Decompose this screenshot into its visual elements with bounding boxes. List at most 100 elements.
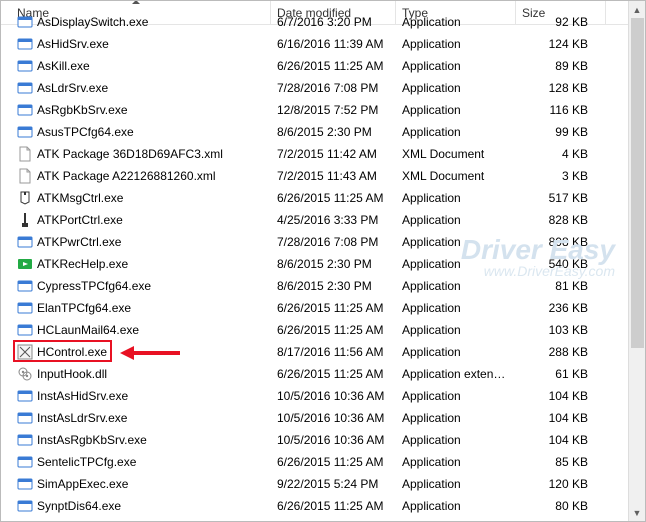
file-size: 124 KB — [516, 37, 606, 51]
file-type: Application — [396, 15, 516, 29]
file-row[interactable]: AsDisplaySwitch.exe 6/7/2016 3:20 PM App… — [1, 11, 645, 33]
file-name: SentelicTPCfg.exe — [37, 455, 136, 469]
file-size: 517 KB — [516, 191, 606, 205]
file-row[interactable]: ATKPortCtrl.exe 4/25/2016 3:33 PM Applic… — [1, 209, 645, 231]
file-row[interactable]: InputHook.dll 6/26/2015 11:25 AM Applica… — [1, 363, 645, 385]
file-row[interactable]: CypressTPCfg64.exe 8/6/2015 2:30 PM Appl… — [1, 275, 645, 297]
file-icon — [17, 256, 33, 272]
file-row[interactable]: InstAsLdrSrv.exe 10/5/2016 10:36 AM Appl… — [1, 407, 645, 429]
file-size: 89 KB — [516, 59, 606, 73]
file-type: Application — [396, 389, 516, 403]
file-type: XML Document — [396, 147, 516, 161]
file-type: Application — [396, 37, 516, 51]
file-row[interactable]: SynptDis64.exe 6/26/2015 11:25 AM Applic… — [1, 495, 645, 517]
file-row[interactable]: AsKill.exe 6/26/2015 11:25 AM Applicatio… — [1, 55, 645, 77]
file-icon — [17, 14, 33, 30]
file-icon — [17, 432, 33, 448]
file-name: HCLaunMail64.exe — [37, 323, 139, 337]
file-icon — [17, 300, 33, 316]
file-icon — [17, 102, 33, 118]
file-icon — [17, 322, 33, 338]
file-icon — [17, 388, 33, 404]
file-name: AsusTPCfg64.exe — [37, 125, 134, 139]
file-row[interactable]: SentelicTPCfg.exe 6/26/2015 11:25 AM App… — [1, 451, 645, 473]
file-size: 103 KB — [516, 323, 606, 337]
file-date: 7/28/2016 7:08 PM — [271, 81, 396, 95]
file-type: Application — [396, 345, 516, 359]
file-type: Application — [396, 235, 516, 249]
file-row[interactable]: HControl.exe 8/17/2016 11:56 AM Applicat… — [1, 341, 645, 363]
scroll-thumb[interactable] — [631, 18, 644, 348]
file-size: 3 KB — [516, 169, 606, 183]
file-name: ATK Package A22126881260.xml — [37, 169, 216, 183]
file-row[interactable]: ATKRecHelp.exe 8/6/2015 2:30 PM Applicat… — [1, 253, 645, 275]
file-type: Application — [396, 125, 516, 139]
scroll-track[interactable] — [629, 18, 645, 504]
file-icon — [17, 410, 33, 426]
file-name: SynptDis64.exe — [37, 499, 121, 513]
file-size: 120 KB — [516, 477, 606, 491]
file-type: Application — [396, 257, 516, 271]
file-row[interactable]: ElanTPCfg64.exe 6/26/2015 11:25 AM Appli… — [1, 297, 645, 319]
file-icon — [17, 520, 33, 521]
file-row[interactable]: ATKPwrCtrl.exe 7/28/2016 7:08 PM Applica… — [1, 231, 645, 253]
file-type: Application — [396, 323, 516, 337]
scroll-up-button[interactable]: ▲ — [629, 1, 646, 18]
file-name: ATKRecHelp.exe — [37, 257, 128, 271]
file-date: 10/5/2016 10:36 AM — [271, 411, 396, 425]
file-size: 828 KB — [516, 213, 606, 227]
file-row[interactable]: AsLdrSrv.exe 7/28/2016 7:08 PM Applicati… — [1, 77, 645, 99]
file-date: 6/16/2016 11:39 AM — [271, 37, 396, 51]
scroll-down-button[interactable]: ▼ — [629, 504, 646, 521]
file-row[interactable]: SimAppExec.exe 9/22/2015 5:24 PM Applica… — [1, 473, 645, 495]
file-name: AsKill.exe — [37, 59, 90, 73]
file-date: 6/26/2015 11:25 AM — [271, 367, 396, 381]
file-name: ElanTPCfg64.exe — [37, 301, 131, 315]
file-date: 12/8/2015 7:52 PM — [271, 103, 396, 117]
file-size: 92 KB — [516, 15, 606, 29]
file-icon — [17, 234, 33, 250]
file-row[interactable]: AsHidSrv.exe 6/16/2016 11:39 AM Applicat… — [1, 33, 645, 55]
file-type: Application — [396, 455, 516, 469]
file-row[interactable]: ATKMsgCtrl.exe 6/26/2015 11:25 AM Applic… — [1, 187, 645, 209]
file-size: 99 KB — [516, 125, 606, 139]
file-size: 540 KB — [516, 257, 606, 271]
file-row[interactable]: HCLaunMail64.exe 6/26/2015 11:25 AM Appl… — [1, 319, 645, 341]
file-icon — [17, 344, 33, 360]
file-icon — [17, 212, 33, 228]
file-icon — [17, 190, 33, 206]
file-date: 10/5/2016 10:36 AM — [271, 389, 396, 403]
file-size: 808 KB — [516, 235, 606, 249]
file-name: InputHook.dll — [37, 367, 107, 381]
file-size: 85 KB — [516, 455, 606, 469]
file-row[interactable]: InstAsRgbKbSrv.exe 10/5/2016 10:36 AM Ap… — [1, 429, 645, 451]
file-size: 236 KB — [516, 301, 606, 315]
file-type: Application — [396, 411, 516, 425]
file-name: ATKMsgCtrl.exe — [37, 191, 123, 205]
file-date: 10/5/2016 10:36 AM — [271, 433, 396, 447]
file-row[interactable]: AsRgbKbSrv.exe 12/8/2015 7:52 PM Applica… — [1, 99, 645, 121]
file-date: 8/17/2016 11:56 AM — [271, 345, 396, 359]
file-name: AsDisplaySwitch.exe — [37, 15, 148, 29]
file-icon — [17, 80, 33, 96]
file-rows: AsDisplaySwitch.exe 6/7/2016 3:20 PM App… — [1, 11, 645, 521]
file-row[interactable]: ATK Package A22126881260.xml 7/2/2015 11… — [1, 165, 645, 187]
file-row[interactable]: AsusTPCfg64.exe 8/6/2015 2:30 PM Applica… — [1, 121, 645, 143]
vertical-scrollbar[interactable]: ▲ ▼ — [628, 1, 645, 521]
file-type: Application extens… — [396, 367, 516, 381]
file-name: AsRgbKbSrv.exe — [37, 103, 128, 117]
file-name: AsLdrSrv.exe — [37, 81, 108, 95]
file-date: 6/26/2015 11:25 AM — [271, 455, 396, 469]
file-icon — [17, 36, 33, 52]
file-date: 6/7/2016 3:20 PM — [271, 15, 396, 29]
file-row[interactable]: InstAsHidSrv.exe 10/5/2016 10:36 AM Appl… — [1, 385, 645, 407]
file-date: 8/6/2015 2:30 PM — [271, 279, 396, 293]
file-date: 6/26/2015 11:25 AM — [271, 59, 396, 73]
file-row[interactable]: SynptSync64.exe 6/26/2015 11:25 AM Appli… — [1, 517, 645, 521]
sort-ascending-icon — [132, 1, 140, 4]
file-name: HControl.exe — [37, 345, 107, 359]
file-name: ATK Package 36D18D69AFC3.xml — [37, 147, 223, 161]
file-row[interactable]: ATK Package 36D18D69AFC3.xml 7/2/2015 11… — [1, 143, 645, 165]
file-type: Application — [396, 213, 516, 227]
file-icon — [17, 366, 33, 382]
